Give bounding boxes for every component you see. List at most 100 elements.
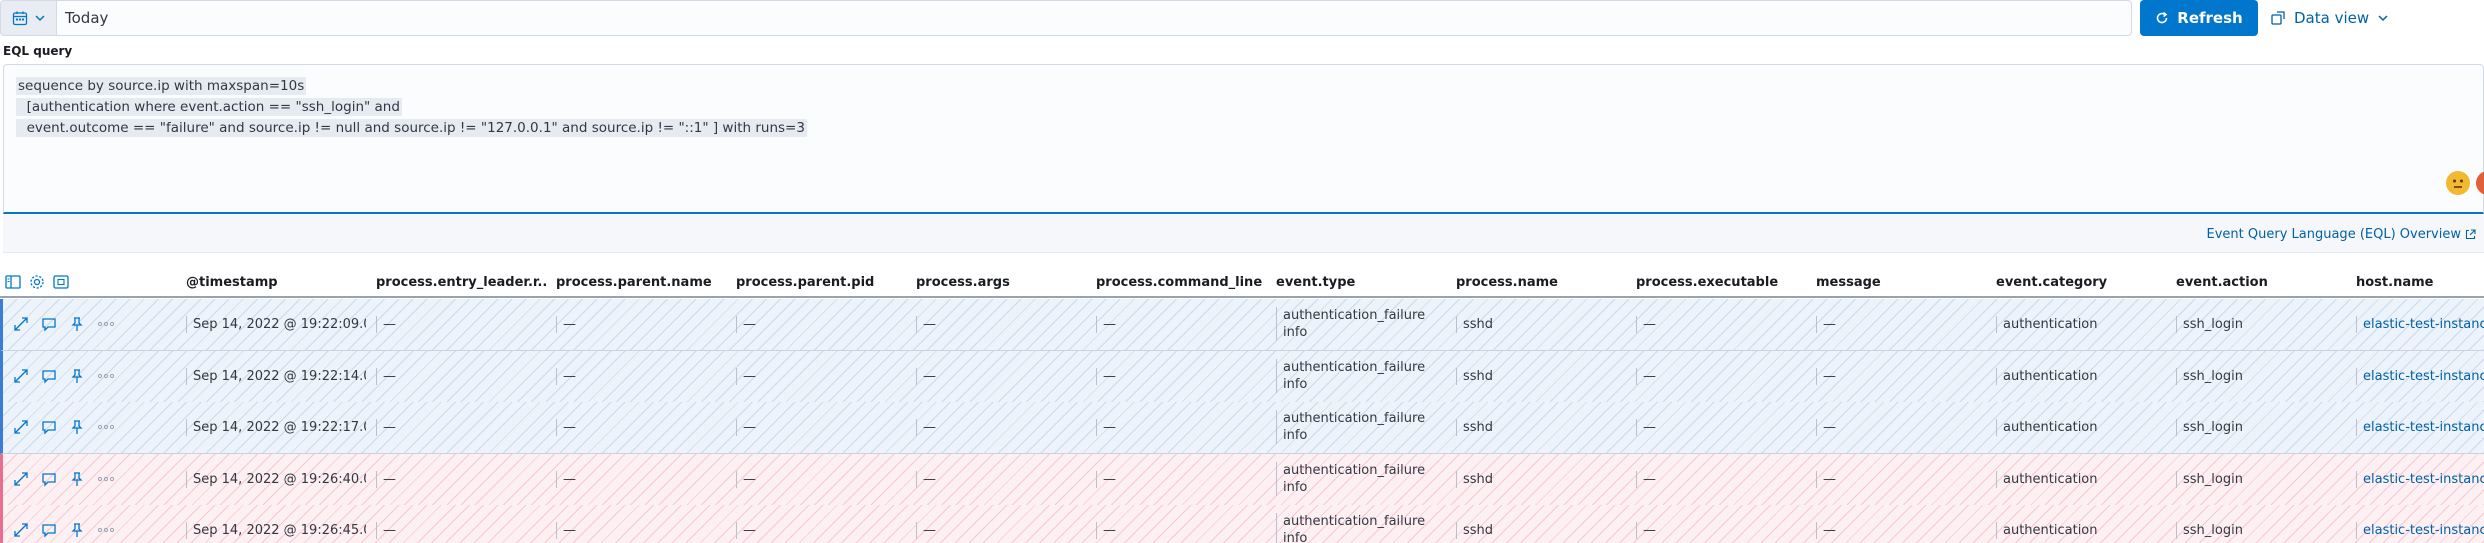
eql-overview-link[interactable]: Event Query Language (EQL) Overview [2207,227,2476,242]
comment-icon[interactable] [41,368,57,384]
column-header[interactable]: process.entry_leader.r... [376,275,546,290]
table-cell: ssh_login [2176,471,2346,488]
refresh-button[interactable]: Refresh [2140,0,2258,36]
host-name-link[interactable]: elastic-test-instance [2356,471,2484,488]
column-header[interactable]: process.parent.name [556,275,726,290]
table-cell: Sep 14, 2022 @ 19:22:14.000 [186,368,366,385]
column-header[interactable]: process.name [1456,275,1626,290]
event-type-value: authentication_failure [1283,514,1426,529]
table-cell: — [736,368,906,385]
event-type-value: info [1283,377,1308,392]
expand-icon[interactable] [13,316,29,332]
table-cell: — [916,419,1086,436]
expand-icon[interactable] [13,471,29,487]
table-cell: — [1816,419,1986,436]
pin-icon[interactable] [69,368,85,384]
table-cell: — [556,419,726,436]
column-header[interactable]: process.executable [1636,275,1806,290]
host-name-link[interactable]: elastic-test-instance [2356,522,2484,539]
emoji-icon[interactable] [2476,171,2484,195]
expand-icon[interactable] [13,419,29,435]
table-cell: — [376,419,546,436]
table-cell: sshd [1456,522,1626,539]
column-header[interactable]: @timestamp [186,275,366,290]
chevron-down-icon [2377,12,2389,24]
column-header[interactable]: message [1816,275,1986,290]
table-cell: — [1636,419,1806,436]
comment-icon[interactable] [41,316,57,332]
table-row[interactable]: Sep 14, 2022 @ 19:22:14.000 — — — — — authenti… [0,351,2484,403]
column-header[interactable]: event.type [1276,275,1446,290]
gear-icon[interactable] [28,273,46,291]
full-screen-icon[interactable] [52,273,70,291]
table-cell: sshd [1456,316,1626,333]
column-header[interactable]: process.args [916,275,1086,290]
table-cell: — [736,471,906,488]
host-name-link[interactable]: elastic-test-instance [2356,368,2484,385]
table-cell: authentication [1996,368,2166,385]
table-cell: Sep 14, 2022 @ 19:26:40.000 [186,471,366,488]
columns-icon[interactable] [4,273,22,291]
column-header[interactable]: process.parent.pid [736,275,906,290]
grid-header: @timestamp process.entry_leader.r... pro… [0,268,2484,298]
more-actions-icon[interactable] [97,368,115,384]
table-cell: — [1096,419,1266,436]
event-type-cell: authentication_failure info [1276,307,1446,341]
more-actions-icon[interactable] [97,522,115,538]
table-cell: — [1816,368,1986,385]
table-cell: authentication [1996,471,2166,488]
pin-icon[interactable] [69,419,85,435]
more-actions-icon[interactable] [97,419,115,435]
table-cell: — [1636,471,1806,488]
eql-query-label: EQL query [3,44,73,58]
table-cell: — [916,316,1086,333]
table-row[interactable]: Sep 14, 2022 @ 19:22:09.000 — — — — — authenti… [0,299,2484,351]
expand-icon[interactable] [13,368,29,384]
event-type-cell: authentication_failureinfo [1276,359,1446,393]
event-type-value: info [1283,480,1308,495]
query-bar: Today Refresh Data view [0,0,2484,36]
event-type-value: authentication_failure [1283,463,1426,478]
more-actions-icon[interactable] [97,316,115,332]
host-name-link[interactable]: elastic-test-instance [2356,316,2484,333]
host-name-link[interactable]: elastic-test-instance [2356,419,2484,436]
table-cell: ssh_login [2176,522,2346,539]
column-header[interactable]: process.command_line [1096,275,1266,290]
event-type-value: info [1283,428,1308,443]
event-type-cell: authentication_failure info [1276,410,1446,444]
table-cell: — [916,368,1086,385]
more-actions-icon[interactable] [97,471,115,487]
table-row[interactable]: Sep 14, 2022 @ 19:22:17.000 — — — — — authenti… [0,402,2484,454]
comment-icon[interactable] [41,522,57,538]
emoji-icon[interactable] [2446,171,2470,195]
date-quick-select-button[interactable] [0,0,56,36]
table-cell: — [556,522,726,539]
data-view-icon [2270,10,2286,26]
eql-query-line: event.outcome == "failure" and source.ip… [16,119,807,137]
table-cell: — [916,522,1086,539]
column-header[interactable]: host.name [2356,275,2484,290]
table-cell: authentication [1996,522,2166,539]
column-header[interactable]: event.category [1996,275,2166,290]
date-range-field[interactable]: Today [56,0,2132,36]
table-cell: — [1816,471,1986,488]
pin-icon[interactable] [69,522,85,538]
table-cell: — [736,522,906,539]
column-header[interactable]: event.action [2176,275,2346,290]
event-type-value: authentication_failure [1283,308,1426,323]
table-cell: — [376,522,546,539]
table-row[interactable]: Sep 14, 2022 @ 19:26:45.000 — — — — — authenti… [0,505,2484,543]
refresh-icon [2155,11,2169,25]
comment-icon[interactable] [41,471,57,487]
table-cell: Sep 14, 2022 @ 19:22:09.000 [186,316,366,333]
data-view-button[interactable]: Data view [2268,0,2484,36]
pin-icon[interactable] [69,471,85,487]
event-type-value: authentication_failure [1283,360,1426,375]
eql-query-editor[interactable]: sequence by source.ip with maxspan=10s [… [3,64,2484,214]
expand-icon[interactable] [13,522,29,538]
pin-icon[interactable] [69,316,85,332]
date-range-value: Today [65,9,109,27]
eql-query-line: sequence by source.ip with maxspan=10s [16,77,307,95]
table-row[interactable]: Sep 14, 2022 @ 19:26:40.000 — — — — — authenti… [0,454,2484,506]
comment-icon[interactable] [41,419,57,435]
